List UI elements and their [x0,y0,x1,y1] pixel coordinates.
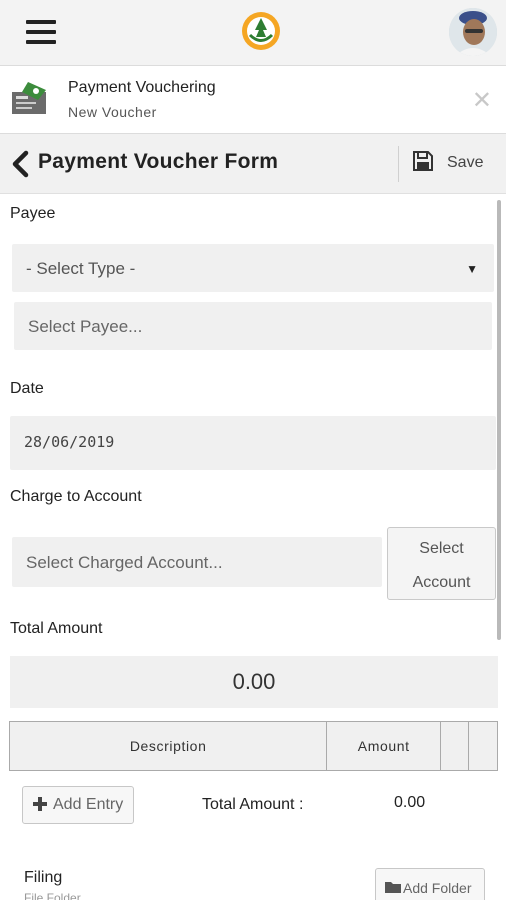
payee-input[interactable]: Select Payee... [14,302,492,350]
add-folder-button[interactable]: Add Folder [375,868,485,900]
payee-placeholder: Select Payee... [28,317,143,336]
save-disk-icon [413,151,433,171]
folder-icon [385,882,401,893]
payee-label: Payee [10,205,56,222]
select-account-line2: Account [412,574,471,591]
charge-account-label: Charge to Account [10,488,142,505]
module-header: Payment Vouchering New Voucher ✕ [0,66,506,134]
total-amount-value: 0.00 [232,669,276,694]
toolbar-divider [398,146,399,182]
add-entry-label: Add Entry [53,796,124,813]
total-amount-label: Total Amount [10,620,103,637]
scrollbar[interactable] [497,200,501,640]
top-app-bar [0,0,506,66]
dropdown-arrow-icon: ▼ [466,262,478,276]
select-account-line1: Select [419,540,464,557]
user-avatar[interactable] [449,8,497,56]
footer-total-label: Total Amount : [202,796,304,813]
column-amount: Amount [326,721,442,771]
back-chevron-icon[interactable] [10,150,32,178]
date-label: Date [10,380,44,397]
column-action-2 [468,721,498,771]
charged-account-input[interactable]: Select Charged Account... [12,537,382,587]
column-action-1 [440,721,470,771]
payee-type-select[interactable]: - Select Type - ▼ [12,244,494,292]
select-account-button[interactable]: Select Account [387,527,496,600]
page-title: Payment Voucher Form [38,150,279,173]
total-amount-field: 0.00 [10,656,498,708]
save-button[interactable]: Save [408,146,496,182]
save-label: Save [447,154,484,171]
filing-label: Filing [24,869,63,886]
hamburger-icon[interactable] [26,20,56,44]
filing-sublabel: File Folder [24,891,81,900]
app-logo-icon[interactable] [240,10,282,52]
column-description: Description [8,721,328,771]
form-title-bar: Payment Voucher Form Save [0,134,506,194]
entries-table: Description Amount [8,721,498,771]
date-value: 28/06/2019 [24,433,115,451]
add-folder-label: Add Folder [403,880,472,896]
close-icon[interactable]: ✕ [472,86,492,115]
plus-icon [33,797,47,811]
module-title: Payment Vouchering [68,79,216,96]
table-header-row: Description Amount [8,721,498,771]
date-field[interactable]: 28/06/2019 [10,416,496,470]
payee-type-value: - Select Type - [26,259,136,278]
charged-account-placeholder: Select Charged Account... [26,553,223,572]
payment-voucher-icon [12,82,46,114]
footer-total-value: 0.00 [394,794,426,811]
module-subtitle: New Voucher [68,104,157,120]
add-entry-button[interactable]: Add Entry [22,786,134,824]
